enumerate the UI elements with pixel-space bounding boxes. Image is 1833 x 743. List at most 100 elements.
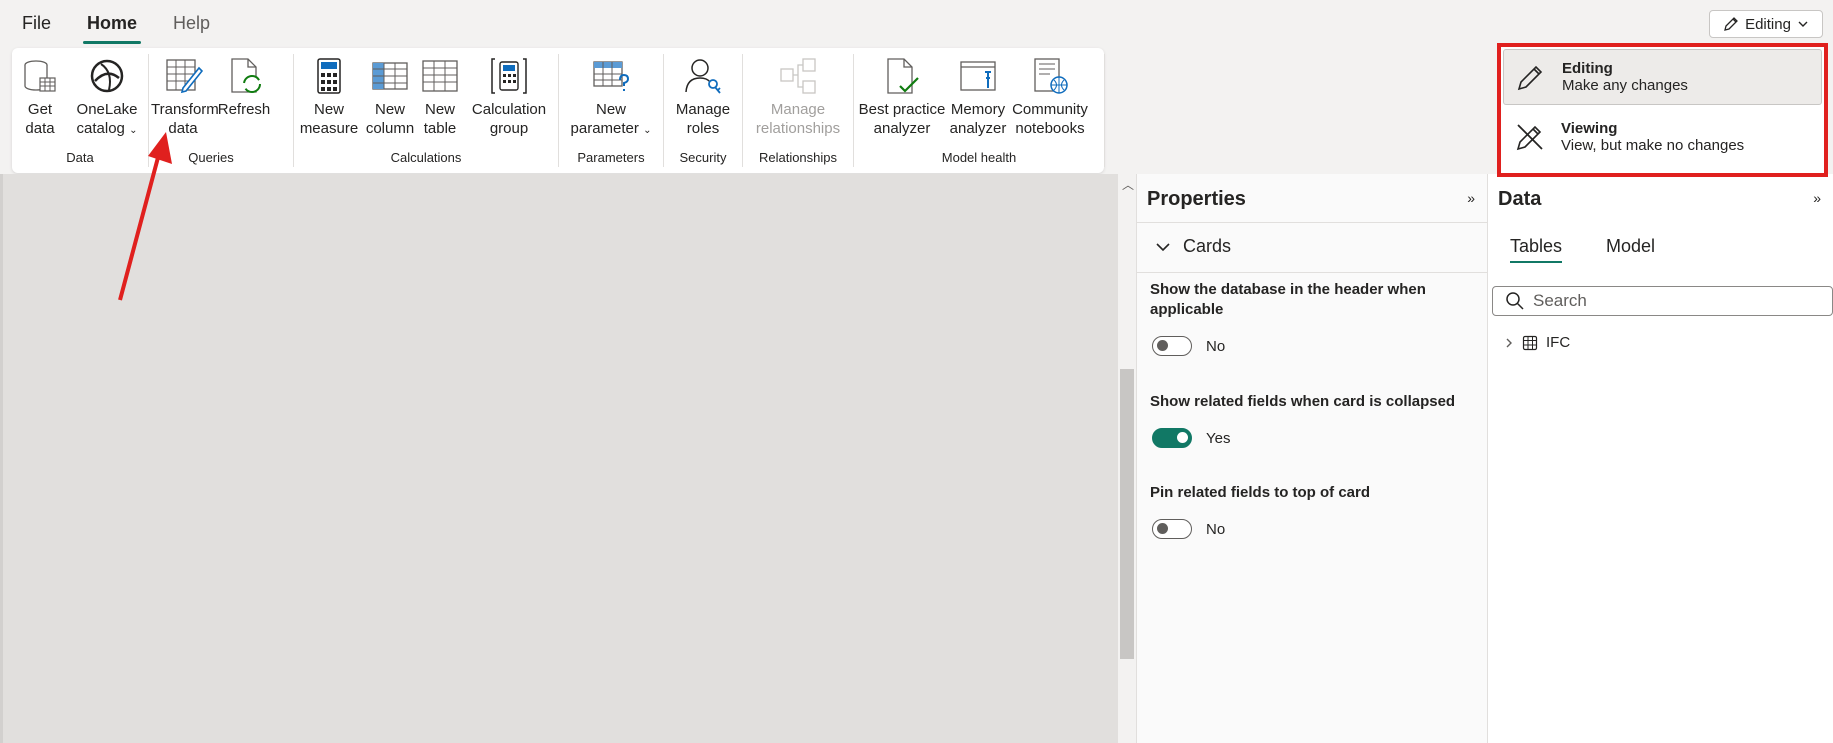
document-check-icon: [887, 58, 919, 94]
menu-file[interactable]: File: [18, 7, 55, 40]
mode-button[interactable]: Editing: [1709, 10, 1823, 38]
new-parameter-label-1: New: [595, 101, 626, 118]
menu-home[interactable]: Home: [83, 7, 142, 44]
option-viewing[interactable]: Viewing View, but make no changes: [1503, 109, 1822, 165]
toggle-value: No: [1206, 520, 1226, 538]
calculator-icon: [317, 58, 341, 94]
get-data-button[interactable]: Get data: [20, 56, 60, 138]
option-title: Editing: [1562, 60, 1613, 77]
get-data-label-2: data: [25, 120, 55, 137]
ribbon-group-relationships: Manage relationships Relationships: [743, 48, 853, 173]
pencil-off-icon: [1516, 124, 1543, 151]
transform-data-button[interactable]: Transform data: [151, 56, 219, 138]
divider: [1137, 272, 1487, 273]
tree-item-label: IFC: [1546, 334, 1571, 351]
group-label-model-health: Model health: [941, 150, 1017, 165]
new-measure-button[interactable]: New measure: [298, 56, 360, 138]
best-practice-analyzer-button[interactable]: Best practice analyzer: [858, 56, 946, 138]
search-input[interactable]: Search: [1492, 286, 1833, 316]
manage-roles-label-2: roles: [686, 120, 720, 137]
manage-roles-button[interactable]: Manage roles: [668, 56, 738, 138]
new-parameter-button[interactable]: New parameter ⌄: [569, 56, 653, 140]
mode-dropdown: Editing Make any changes Viewing View, b…: [1497, 43, 1828, 177]
chevron-right-icon: [1506, 338, 1512, 347]
search-icon: [1506, 292, 1524, 310]
calculation-group-icon: [491, 58, 527, 94]
calc-group-label-2: group: [489, 120, 529, 137]
new-column-icon: [372, 62, 408, 90]
expand-pane-icon[interactable]: »: [1813, 190, 1821, 206]
chevron-up-icon[interactable]: ︿: [1122, 176, 1134, 193]
chevron-down-icon: [1156, 242, 1170, 251]
tab-model[interactable]: Model: [1606, 236, 1655, 263]
group-label-relationships: Relationships: [758, 150, 838, 165]
group-label-security: Security: [679, 150, 727, 165]
ribbon-group-parameters: New parameter ⌄ Parameters: [559, 48, 663, 173]
option-desc: Make any changes: [1562, 77, 1688, 94]
data-pane: Data » Tables Model Search IFC: [1488, 174, 1833, 743]
toggle-value: Yes: [1206, 429, 1231, 447]
onelake-catalog-button[interactable]: OneLake catalog ⌄: [72, 56, 142, 140]
community-notebooks-button[interactable]: Community notebooks: [1010, 56, 1090, 138]
data-title: Data: [1498, 188, 1542, 210]
cards-section-label: Cards: [1183, 236, 1232, 256]
show-database-toggle[interactable]: [1152, 336, 1192, 356]
memory-analyzer-icon: [960, 61, 996, 91]
refresh-button[interactable]: Refresh: [217, 56, 271, 119]
new-parameter-label-2: parameter: [570, 120, 639, 137]
user-key-icon: [685, 59, 721, 94]
menu-help[interactable]: Help: [169, 7, 214, 40]
onelake-icon: [90, 59, 124, 93]
chevron-down-icon: [1798, 21, 1808, 27]
new-measure-label-1: New: [313, 101, 344, 118]
community-label-1: Community: [1012, 101, 1088, 118]
setting-toggle-row: No: [1152, 336, 1225, 356]
setting-label: Pin related fields to top of card: [1150, 484, 1371, 501]
relationships-icon: [780, 58, 816, 94]
properties-pane: Properties » Cards Show the database in …: [1136, 174, 1488, 743]
calculation-group-button[interactable]: Calculation group: [464, 56, 554, 138]
bpa-label-1: Best practice: [858, 101, 946, 118]
manage-rel-label-2: relationships: [755, 120, 841, 137]
tree-item-table[interactable]: IFC: [1504, 334, 1570, 351]
show-related-fields-toggle[interactable]: [1152, 428, 1192, 448]
new-table-icon: [422, 60, 458, 92]
refresh-icon: [231, 58, 261, 93]
memory-label-2: analyzer: [949, 120, 1007, 137]
chevron-down-icon: ⌄: [643, 125, 652, 136]
option-title: Viewing: [1561, 120, 1618, 137]
vertical-scrollbar[interactable]: ︿: [1118, 174, 1136, 743]
mode-button-label: Editing: [1745, 15, 1791, 33]
annotation-arrow-icon: [118, 132, 172, 301]
get-data-label-1: Get: [27, 101, 53, 118]
top-menu: File Home Help: [18, 0, 214, 46]
tab-tables[interactable]: Tables: [1510, 236, 1563, 263]
new-column-button[interactable]: New column: [362, 56, 418, 138]
database-icon: [24, 60, 56, 92]
new-table-label-2: table: [423, 120, 457, 137]
ribbon-group-calculations: New measure New column New table Calcula…: [294, 48, 558, 173]
new-table-button[interactable]: New table: [418, 56, 462, 138]
manage-roles-label-1: Manage: [675, 101, 731, 118]
ribbon-group-model-health: Best practice analyzer Memory analyzer C…: [854, 48, 1104, 173]
ribbon-group-security: Manage roles Security: [664, 48, 742, 173]
notebook-globe-icon: [1034, 58, 1068, 94]
scrollbar-thumb[interactable]: [1120, 369, 1134, 659]
new-column-label-2: column: [365, 120, 415, 137]
setting-label: Show related fields when card is collaps…: [1150, 393, 1456, 410]
manage-relationships-button[interactable]: Manage relationships: [745, 56, 851, 138]
memory-analyzer-button[interactable]: Memory analyzer: [948, 56, 1008, 138]
transform-data-icon: [166, 59, 203, 94]
table-icon: [1522, 335, 1538, 350]
setting-label: Show the database in the header when app…: [1150, 281, 1426, 318]
option-editing[interactable]: Editing Make any changes: [1503, 49, 1822, 105]
transform-label-1: Transform: [151, 101, 219, 118]
toggle-value: No: [1206, 337, 1226, 355]
group-label-calculations: Calculations: [390, 150, 462, 165]
cards-section-header[interactable]: Cards: [1155, 236, 1231, 257]
option-desc: View, but make no changes: [1561, 137, 1745, 154]
setting-toggle-row: No: [1152, 519, 1225, 539]
group-label-parameters: Parameters: [577, 150, 645, 165]
pin-related-fields-toggle[interactable]: [1152, 519, 1192, 539]
expand-pane-icon[interactable]: »: [1467, 190, 1475, 206]
